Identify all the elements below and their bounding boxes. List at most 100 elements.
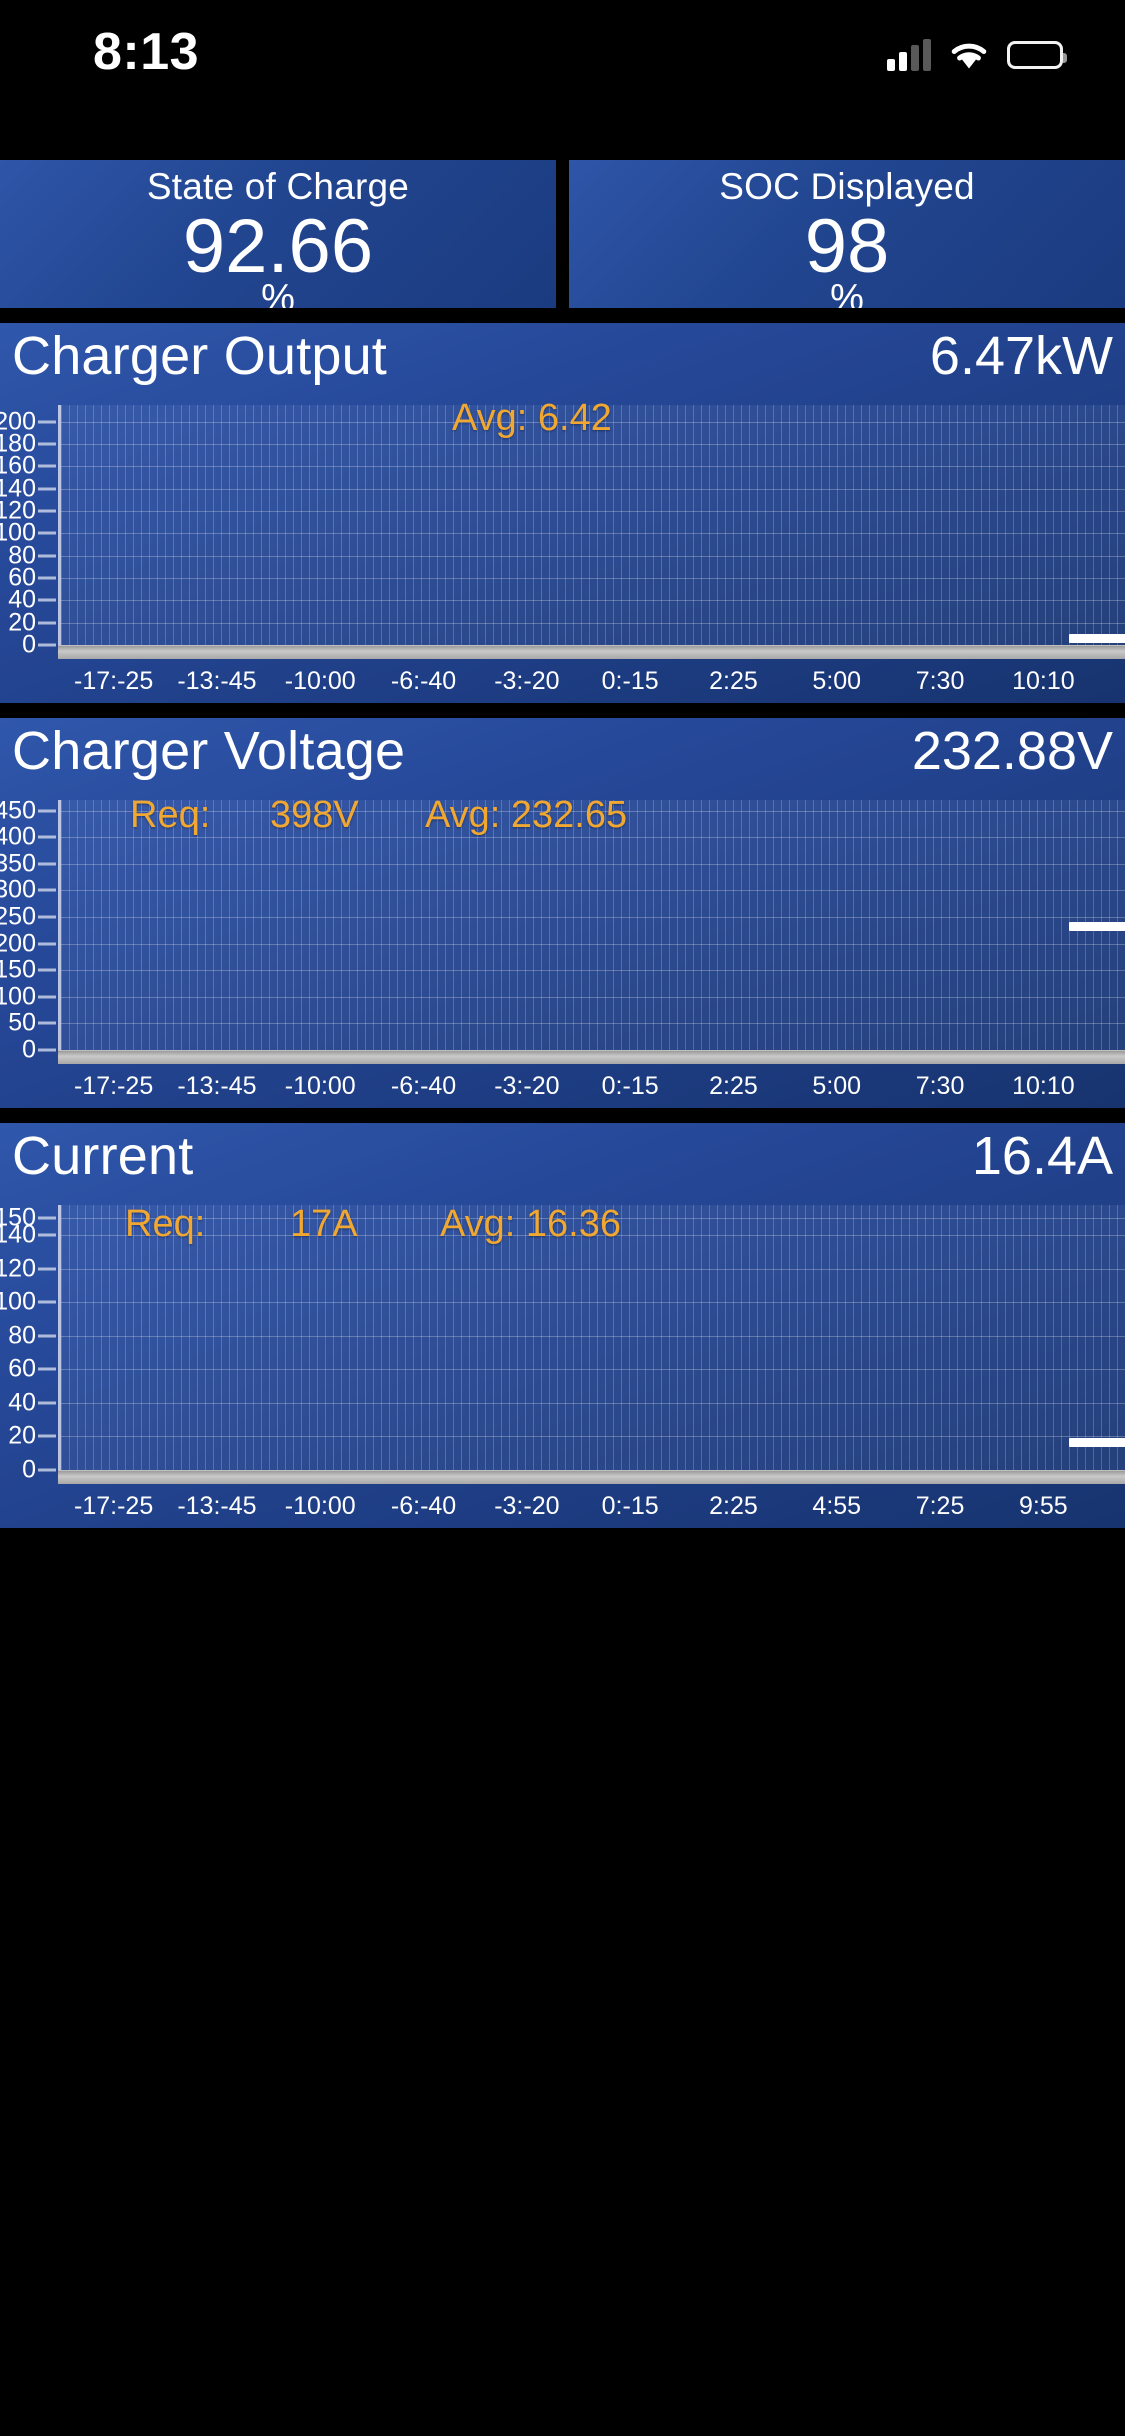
panel-divider xyxy=(0,308,1125,323)
chart-gridline xyxy=(61,996,1125,998)
chart-y-tick-mark xyxy=(38,1434,56,1438)
soc-card-soc-displayed[interactable]: SOC Displayed 98 % xyxy=(569,160,1125,308)
panel-header: Charger Output 6.47kW xyxy=(0,323,1125,395)
panel-current-reading: 6.47kW xyxy=(929,326,1113,386)
panel-header: Charger Voltage 232.88V xyxy=(0,718,1125,790)
panel-header: Current 16.4A xyxy=(0,1123,1125,1195)
chart-gridline xyxy=(61,890,1125,892)
chart-y-tick-mark xyxy=(38,888,56,892)
panel-divider xyxy=(0,1108,1125,1123)
chart-vertical-gridlines xyxy=(61,405,1125,645)
chart-time-scrollbar[interactable] xyxy=(58,1050,1125,1064)
panel-current-reading: 16.4A xyxy=(971,1126,1113,1186)
chart-x-tick-label: -17:-25 xyxy=(74,1492,154,1520)
cellular-signal-icon xyxy=(887,39,931,71)
chart-y-tick-label: 300 xyxy=(0,875,36,904)
chart-y-tick-mark xyxy=(38,1334,56,1338)
chart-y-axis: 450 400 350 300 250 200 150 100 50 0 xyxy=(0,790,58,1108)
chart-gridline xyxy=(61,488,1125,490)
metric-panel-charger-voltage[interactable]: Charger Voltage 232.88V 450 400 350 300 250 2… xyxy=(0,718,1125,1108)
chart-gridline xyxy=(61,1023,1125,1025)
status-bar: 8:13 xyxy=(0,0,1125,130)
chart-y-axis: 200 180 160 140 120 100 80 60 40 20 0 xyxy=(0,395,58,703)
chart-plot-area[interactable] xyxy=(58,405,1125,645)
chart-gridline xyxy=(61,622,1125,624)
chart-x-tick-label: 5:00 xyxy=(812,667,862,695)
chart-gridline xyxy=(61,970,1125,972)
chart-y-tick-mark xyxy=(38,576,56,580)
chart-time-scrollbar[interactable] xyxy=(58,1470,1125,1484)
chart-requested-value: 17A xyxy=(290,1203,358,1245)
chart-series-line xyxy=(1069,633,1125,643)
chart-x-tick-label: 5:00 xyxy=(812,1072,862,1100)
chart-x-tick-label: 7:25 xyxy=(915,1492,965,1520)
chart-plot-area[interactable] xyxy=(58,800,1125,1050)
chart-x-tick-label: -13:-45 xyxy=(177,1492,257,1520)
chart-y-tick-label: 0 xyxy=(22,1035,36,1064)
chart-y-tick-label: 100 xyxy=(0,982,36,1011)
soc-card-value: 98 xyxy=(804,203,890,289)
chart-x-tick-label: 0:-15 xyxy=(601,667,659,695)
chart-y-tick-mark xyxy=(38,915,56,919)
chart-y-tick-label: 0 xyxy=(22,630,36,659)
panel-divider xyxy=(0,703,1125,718)
chart-x-tick-label: 2:25 xyxy=(709,1072,758,1100)
chart-gridline xyxy=(61,578,1125,580)
chart-x-tick-label: 10:10 xyxy=(1012,1072,1075,1100)
wifi-icon xyxy=(948,39,990,71)
chart-gridline xyxy=(61,943,1125,945)
metric-panel-charger-output[interactable]: Charger Output 6.47kW 200 180 160 140 120 100… xyxy=(0,323,1125,703)
soc-card-title: SOC Displayed xyxy=(719,166,975,207)
soc-card-title: State of Charge xyxy=(146,166,410,207)
chart-gridline xyxy=(61,511,1125,513)
chart-gridline xyxy=(61,444,1125,446)
chart-y-tick-label: 50 xyxy=(8,1008,36,1037)
chart-y-tick-mark xyxy=(38,1267,56,1271)
chart-y-tick-mark xyxy=(38,487,56,491)
chart-gridline xyxy=(61,600,1125,602)
chart-charger-output[interactable]: 200 180 160 140 120 100 80 60 40 20 0 -17:-25 -13:-4… xyxy=(0,395,1125,703)
chart-x-tick-label: 10:10 xyxy=(1012,667,1075,695)
chart-y-tick-mark xyxy=(38,464,56,468)
soc-card-unit: % xyxy=(261,276,295,308)
chart-x-tick-label: -6:-40 xyxy=(390,667,457,695)
chart-x-tick-label: -3:-20 xyxy=(494,1072,560,1100)
chart-average-annotation: Avg: 6.42 xyxy=(452,397,612,439)
chart-y-tick-label: 80 xyxy=(8,1321,36,1350)
chart-y-tick-mark xyxy=(38,995,56,999)
chart-y-tick-label: 60 xyxy=(8,1354,36,1383)
chart-y-tick-label: 350 xyxy=(0,849,36,878)
chart-y-tick-mark xyxy=(38,1300,56,1304)
chart-charger-voltage[interactable]: 450 400 350 300 250 200 150 100 50 0 -17:-25 -13:-4… xyxy=(0,790,1125,1108)
chart-y-tick-label: 120 xyxy=(0,1254,36,1283)
chart-y-tick-label: 400 xyxy=(0,822,36,851)
metric-panel-current[interactable]: Current 16.4A 150 140 120 100 80 60 40 20 0 -17:-… xyxy=(0,1123,1125,1528)
status-bar-indicators xyxy=(887,32,1067,78)
chart-time-scrollbar[interactable] xyxy=(58,645,1125,659)
panel-current-reading: 232.88V xyxy=(911,721,1113,781)
chart-y-tick-label: 20 xyxy=(8,1421,36,1450)
soc-card-state-of-charge[interactable]: State of Charge 92.66 % xyxy=(0,160,556,308)
chart-requested-label: Req: xyxy=(130,794,211,836)
chart-y-tick-mark xyxy=(38,442,56,446)
chart-x-tick-label: -13:-45 xyxy=(177,1072,257,1100)
chart-gridline xyxy=(61,533,1125,535)
chart-current[interactable]: 150 140 120 100 80 60 40 20 0 -17:-25 -13:-45 -10:0… xyxy=(0,1195,1125,1528)
chart-requested-value: 398V xyxy=(270,794,359,836)
chart-y-tick-mark xyxy=(38,509,56,513)
chart-y-tick-mark xyxy=(38,968,56,972)
chart-y-tick-mark xyxy=(38,1233,56,1237)
chart-y-axis: 150 140 120 100 80 60 40 20 0 xyxy=(0,1195,58,1528)
chart-average-annotation: Avg: 16.36 xyxy=(440,1203,622,1245)
chart-y-tick-mark xyxy=(38,1216,56,1220)
chart-gridline xyxy=(61,863,1125,865)
chart-x-tick-label: -13:-45 xyxy=(177,667,257,695)
chart-x-tick-label: -3:-20 xyxy=(494,1492,560,1520)
chart-y-tick-label: 0 xyxy=(22,1455,36,1484)
chart-x-tick-label: 2:25 xyxy=(709,1492,758,1520)
chart-gridline xyxy=(61,1302,1125,1304)
chart-gridline xyxy=(61,917,1125,919)
chart-gridline xyxy=(61,1335,1125,1337)
chart-gridline xyxy=(61,555,1125,557)
chart-y-tick-mark xyxy=(38,835,56,839)
